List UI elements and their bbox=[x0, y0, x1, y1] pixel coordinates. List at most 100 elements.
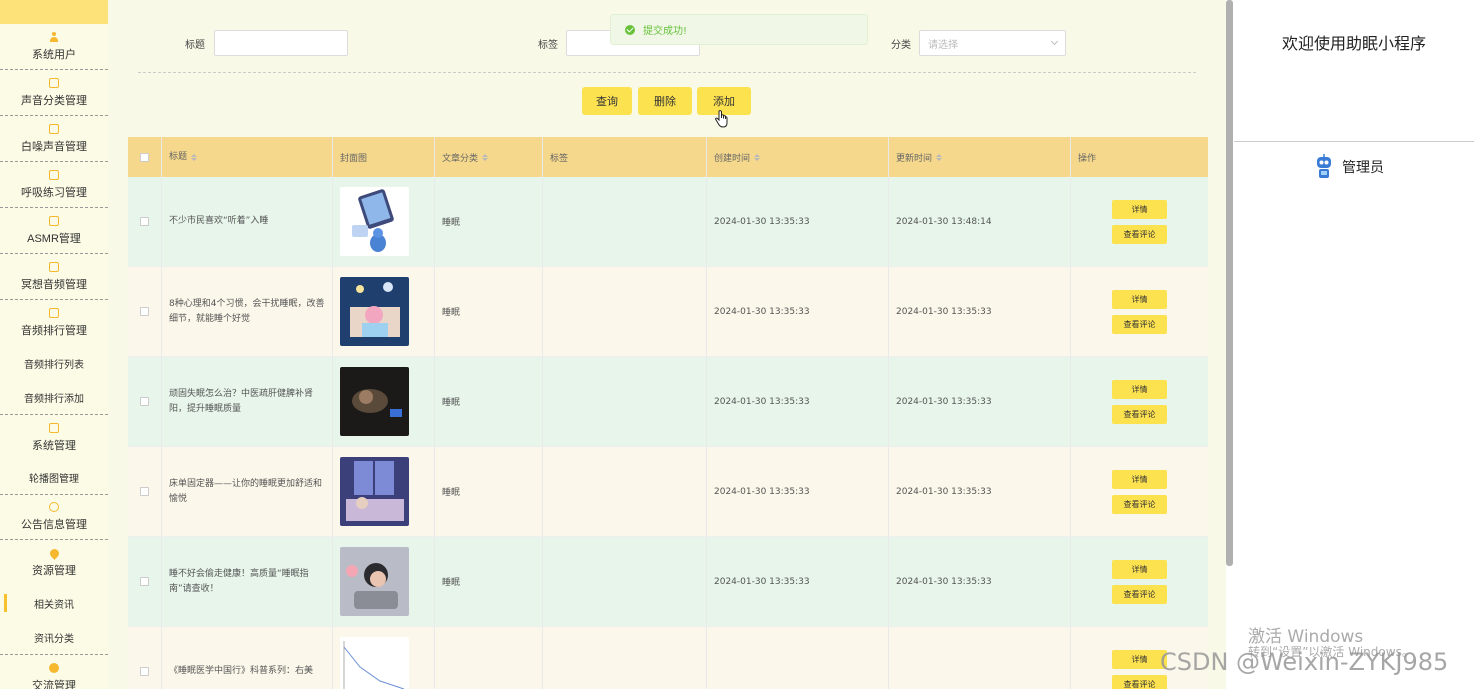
nav-item-resource[interactable]: 资源管理 bbox=[0, 540, 108, 586]
row-cover-cell bbox=[333, 357, 435, 446]
detail-button[interactable]: 详情 bbox=[1112, 379, 1167, 399]
sub-item-rank-add[interactable]: 音频排行添加 bbox=[0, 380, 108, 414]
row-title: 床单固定器——让你的睡眠更加舒适和愉悦 bbox=[162, 447, 333, 536]
toast-text: 提交成功! bbox=[643, 26, 688, 37]
nav-item-system-users[interactable]: 系统用户 bbox=[0, 24, 108, 70]
edit-icon bbox=[49, 123, 59, 134]
sub-item-carousel[interactable]: 轮播图管理 bbox=[0, 460, 108, 494]
table-row: 床单固定器——让你的睡眠更加舒适和愉悦 睡眠 2024-01-30 13:35:… bbox=[128, 447, 1208, 537]
nav-item-label: 呼吸练习管理 bbox=[21, 186, 87, 199]
category-select[interactable]: 请选择 bbox=[919, 30, 1066, 56]
main-scrollbar[interactable] bbox=[1226, 0, 1233, 566]
view-comments-button[interactable]: 查看评论 bbox=[1112, 314, 1167, 334]
sub-item-news-category[interactable]: 资讯分类 bbox=[0, 620, 108, 654]
nav-item-breathing[interactable]: 呼吸练习管理 bbox=[0, 162, 108, 208]
chat-icon bbox=[49, 662, 59, 673]
header-title[interactable]: 标题 bbox=[162, 137, 333, 177]
query-button[interactable]: 查询 bbox=[582, 87, 632, 115]
delete-button[interactable]: 删除 bbox=[638, 87, 692, 115]
sub-item-rank-list[interactable]: 音频排行列表 bbox=[0, 346, 108, 380]
row-checkbox[interactable] bbox=[140, 667, 149, 676]
select-all-cell bbox=[128, 137, 162, 177]
table-header: 标题 封面图 文章分类 标签 创建时间 更新时间 操作 bbox=[128, 137, 1208, 177]
header-created[interactable]: 创建时间 bbox=[707, 137, 889, 177]
nav-item-label: 交流管理 bbox=[32, 679, 76, 689]
row-actions: 详情 查看评论 bbox=[1071, 267, 1208, 356]
row-title: 《睡眠医学中国行》科普系列：右美 bbox=[162, 627, 333, 689]
sort-icon[interactable] bbox=[482, 153, 489, 161]
cover-image bbox=[340, 187, 409, 256]
detail-button[interactable]: 详情 bbox=[1112, 469, 1167, 489]
news-table: 标题 封面图 文章分类 标签 创建时间 更新时间 操作 不少市民喜欢“听着”入睡 bbox=[128, 137, 1208, 689]
cover-image bbox=[340, 367, 409, 436]
title-input[interactable] bbox=[214, 30, 348, 56]
view-comments-button[interactable]: 查看评论 bbox=[1112, 494, 1167, 514]
table-row: 8种心理和4个习惯，会干扰睡眠，改善细节，就能睡个好觉 睡眠 2024-01-3… bbox=[128, 267, 1208, 357]
nav-item-label: 音频排行管理 bbox=[21, 325, 87, 337]
row-select-cell bbox=[128, 267, 162, 356]
detail-button[interactable]: 详情 bbox=[1112, 199, 1167, 219]
nav-item-notice[interactable]: 公告信息管理 bbox=[0, 494, 108, 540]
category-placeholder: 请选择 bbox=[928, 39, 958, 51]
row-cover-cell bbox=[333, 447, 435, 536]
header-updated[interactable]: 更新时间 bbox=[889, 137, 1071, 177]
admin-label: 管理员 bbox=[1342, 160, 1384, 176]
header-actions: 操作 bbox=[1078, 153, 1097, 164]
cover-image bbox=[340, 277, 409, 346]
row-cover-cell bbox=[333, 627, 435, 689]
row-title: 顽固失眠怎么治？中医疏肝健脾补肾阳，提升睡眠质量 bbox=[162, 357, 333, 446]
row-tag bbox=[543, 537, 707, 626]
sort-icon[interactable] bbox=[191, 153, 198, 161]
row-category: 睡眠 bbox=[435, 537, 543, 626]
nav-item-label: ASMR管理 bbox=[27, 232, 81, 245]
row-updated: 2024-01-30 13:48:14 bbox=[889, 177, 1071, 266]
row-checkbox[interactable] bbox=[140, 307, 149, 316]
row-category: 睡眠 bbox=[435, 267, 543, 356]
row-checkbox[interactable] bbox=[140, 217, 149, 226]
row-actions: 详情 查看评论 bbox=[1071, 447, 1208, 536]
row-category bbox=[435, 627, 543, 689]
view-comments-button[interactable]: 查看评论 bbox=[1112, 584, 1167, 604]
select-all-checkbox[interactable] bbox=[140, 152, 149, 162]
row-updated: 2024-01-30 13:35:33 bbox=[889, 537, 1071, 626]
row-checkbox[interactable] bbox=[140, 397, 149, 406]
nav-item-asmr[interactable]: ASMR管理 bbox=[0, 208, 108, 254]
row-created: 2024-01-30 13:35:33 bbox=[707, 357, 889, 446]
edit-icon bbox=[49, 169, 59, 180]
table-row: 睡不好会偷走健康！高质量“睡眠指南”请查收！ 睡眠 2024-01-30 13:… bbox=[128, 537, 1208, 627]
location-icon bbox=[47, 546, 61, 560]
detail-button[interactable]: 详情 bbox=[1112, 649, 1167, 669]
header-category[interactable]: 文章分类 bbox=[435, 137, 543, 177]
row-actions: 详情 查看评论 bbox=[1071, 537, 1208, 626]
nav-item-label: 声音分类管理 bbox=[21, 94, 87, 107]
row-checkbox[interactable] bbox=[140, 487, 149, 496]
category-label: 分类 bbox=[891, 40, 911, 51]
nav-item-meditation[interactable]: 冥想音频管理 bbox=[0, 254, 108, 300]
sort-icon[interactable] bbox=[936, 153, 943, 161]
row-updated: 2024-01-30 13:35:33 bbox=[889, 267, 1071, 356]
detail-button[interactable]: 详情 bbox=[1112, 559, 1167, 579]
view-comments-button[interactable]: 查看评论 bbox=[1112, 674, 1167, 689]
nav-item-audio-rank[interactable]: 音频排行管理 bbox=[0, 300, 108, 346]
row-title: 睡不好会偷走健康！高质量“睡眠指南”请查收！ bbox=[162, 537, 333, 626]
nav-item-system[interactable]: 系统管理 bbox=[0, 414, 108, 460]
nav-item-sound-category[interactable]: 声音分类管理 bbox=[0, 70, 108, 116]
row-tag bbox=[543, 627, 707, 689]
sort-icon[interactable] bbox=[754, 153, 761, 161]
row-tag bbox=[543, 447, 707, 536]
row-category: 睡眠 bbox=[435, 447, 543, 536]
row-created bbox=[707, 627, 889, 689]
tag-label: 标签 bbox=[538, 40, 558, 51]
sidebar: 系统用户 声音分类管理 白噪声音管理 呼吸练习管理 ASMR管理 冥想音频管理 … bbox=[0, 0, 108, 689]
nav-item-chat[interactable]: 交流管理 bbox=[0, 654, 108, 689]
row-tag bbox=[543, 177, 707, 266]
view-comments-button[interactable]: 查看评论 bbox=[1112, 404, 1167, 424]
sub-item-news[interactable]: 相关资讯 bbox=[0, 586, 108, 620]
nav-item-white-noise[interactable]: 白噪声音管理 bbox=[0, 116, 108, 162]
divider bbox=[138, 72, 1196, 73]
detail-button[interactable]: 详情 bbox=[1112, 289, 1167, 309]
row-checkbox[interactable] bbox=[140, 577, 149, 586]
view-comments-button[interactable]: 查看评论 bbox=[1112, 224, 1167, 244]
robot-avatar-icon bbox=[1317, 154, 1331, 178]
row-title: 8种心理和4个习惯，会干扰睡眠，改善细节，就能睡个好觉 bbox=[162, 267, 333, 356]
